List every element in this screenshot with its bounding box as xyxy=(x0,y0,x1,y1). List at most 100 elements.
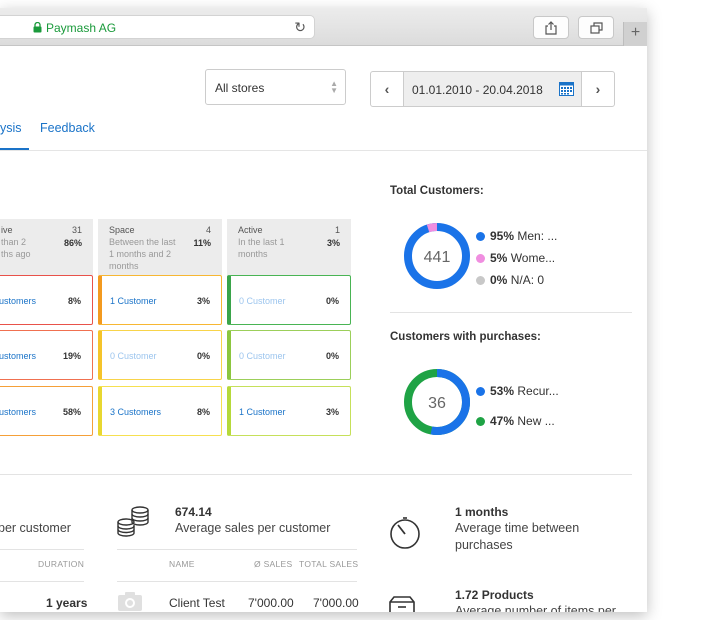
segment-title: Space xyxy=(109,225,135,235)
legend-percent: 53% xyxy=(490,384,515,398)
segment-cell-link[interactable]: 1 Customer xyxy=(110,296,157,306)
active-tab-indicator xyxy=(0,148,29,150)
segment-cell[interactable]: 1 Customer 3% xyxy=(98,275,222,325)
segment-cell-link[interactable]: 0 Customer xyxy=(239,351,286,361)
legend-dot xyxy=(476,416,485,426)
segment-column-header: Space Between the last 1 months and 2 mo… xyxy=(98,219,222,275)
store-select-value: All stores xyxy=(215,81,265,95)
segment-count: 31 xyxy=(71,225,82,235)
avg-products-label: Average number of items per xyxy=(455,604,616,612)
segment-cell[interactable]: 0 Customer 0% xyxy=(227,330,351,380)
camera-icon xyxy=(118,592,142,611)
date-next-button[interactable]: › xyxy=(582,72,614,106)
segment-cell[interactable]: 1 Customer 3% xyxy=(227,386,351,436)
legend-label: N/A: 0 xyxy=(510,273,545,287)
new-tab-button[interactable]: + xyxy=(623,22,647,46)
column-header-avg-sales: Ø SALES xyxy=(254,559,293,569)
divider xyxy=(117,581,357,582)
box-icon xyxy=(389,596,415,612)
segment-cell-link[interactable]: 0 Customer xyxy=(110,351,157,361)
customers-purchases-donut: 36 xyxy=(404,369,470,435)
column-header-total-sales: TOTAL SALES xyxy=(299,559,359,569)
duration-value: 1 years xyxy=(46,596,88,610)
legend-percent: 47% xyxy=(490,414,515,428)
legend-item: 47% New ... xyxy=(476,406,559,436)
legend-label: Wome... xyxy=(510,251,556,265)
customers-purchases-title: Customers with purchases: xyxy=(390,331,541,343)
client-name-link[interactable]: Client Test xyxy=(169,596,225,610)
segment-cell[interactable]: ustomers 8% xyxy=(0,275,93,325)
divider xyxy=(0,581,84,582)
date-range-field[interactable]: 01.01.2010 - 20.04.2018 xyxy=(403,72,582,106)
column-header-duration: DURATION xyxy=(38,559,85,569)
segment-cell-percent: 58% xyxy=(62,407,81,417)
address-bar[interactable]: Paymash AG ↻ xyxy=(0,15,315,39)
segment-count: 4 xyxy=(205,225,211,235)
lock-icon xyxy=(33,22,42,33)
segment-cell-link[interactable]: 3 Customers xyxy=(110,407,161,417)
tab-bar: ysis Feedback xyxy=(0,120,647,151)
segment-column-header: Active In the last 1 months 1 3% xyxy=(227,219,351,275)
segment-cell-percent: 3% xyxy=(325,407,339,417)
segment-cell[interactable]: 0 Customer 0% xyxy=(227,275,351,325)
customers-purchases-legend: 53% Recur... 47% New ... xyxy=(476,376,559,436)
segment-cell-percent: 19% xyxy=(62,351,81,361)
total-customers-count: 441 xyxy=(424,249,451,266)
timer-icon xyxy=(390,517,420,549)
client-avg-sales: 7'000.00 xyxy=(248,596,294,610)
divider xyxy=(390,312,632,313)
segment-cell-link[interactable]: 1 Customer xyxy=(239,407,286,417)
tabs-icon xyxy=(589,21,603,34)
legend-dot xyxy=(476,231,485,241)
divider xyxy=(0,549,84,550)
avg-time-label: Average time between xyxy=(455,521,580,535)
legend-item: 95% Men: ... xyxy=(476,225,557,247)
column-header-name: NAME xyxy=(169,559,195,569)
segment-cell[interactable]: ustomers 19% xyxy=(0,330,93,380)
total-customers-legend: 95% Men: ... 5% Wome... 0% N/A: 0 xyxy=(476,225,557,291)
legend-item: 0% N/A: 0 xyxy=(476,269,557,291)
avg-sales-label: Average sales per customer xyxy=(175,521,331,535)
legend-percent: 95% xyxy=(490,229,515,243)
segment-cell-percent: 0% xyxy=(325,296,339,306)
segment-desc: months xyxy=(238,249,268,259)
segment-title: Active xyxy=(238,225,263,235)
segment-cell[interactable]: ustomers 58% xyxy=(0,386,93,436)
legend-dot xyxy=(476,386,485,396)
segment-cell-percent: 0% xyxy=(196,351,210,361)
share-icon xyxy=(545,20,557,35)
date-prev-button[interactable]: ‹ xyxy=(371,72,403,106)
total-customers-title: Total Customers: xyxy=(390,185,484,197)
avg-time-label: purchases xyxy=(455,538,513,552)
segment-title: ive xyxy=(1,225,13,235)
segment-desc: ths ago xyxy=(1,249,31,259)
segment-cell-percent: 0% xyxy=(325,351,339,361)
divider xyxy=(0,474,632,475)
legend-label: Recur... xyxy=(517,384,559,398)
segment-cell[interactable]: 0 Customer 0% xyxy=(98,330,222,380)
legend-dot xyxy=(476,275,485,285)
segment-count: 1 xyxy=(334,225,340,235)
segment-cell-link[interactable]: ustomers xyxy=(0,407,36,417)
segment-desc: In the last 1 xyxy=(238,237,285,247)
store-select[interactable]: All stores ▲ ▼ xyxy=(205,69,346,105)
calendar-icon[interactable] xyxy=(559,82,574,96)
legend-percent: 5% xyxy=(490,251,508,265)
segment-cell-link[interactable]: ustomers xyxy=(0,351,36,361)
segment-cell[interactable]: 3 Customers 8% xyxy=(98,386,222,436)
avg-time-value: 1 months xyxy=(455,505,509,519)
reload-icon[interactable]: ↻ xyxy=(294,19,306,36)
legend-item: 53% Recur... xyxy=(476,376,559,406)
tab-analysis[interactable]: ysis xyxy=(0,121,22,135)
segment-cell-link[interactable]: 0 Customer xyxy=(239,296,286,306)
segment-cell-link[interactable]: ustomers xyxy=(0,296,36,306)
divider xyxy=(117,549,357,550)
tabs-overview-button[interactable] xyxy=(578,16,614,39)
url-text: Paymash AG xyxy=(46,21,117,35)
legend-dot xyxy=(476,253,485,263)
browser-toolbar: Paymash AG ↻ + xyxy=(0,8,647,46)
tab-feedback[interactable]: Feedback xyxy=(40,121,95,135)
segment-percent: 86% xyxy=(63,238,82,248)
legend-item: 5% Wome... xyxy=(476,247,557,269)
share-button[interactable] xyxy=(533,16,569,39)
